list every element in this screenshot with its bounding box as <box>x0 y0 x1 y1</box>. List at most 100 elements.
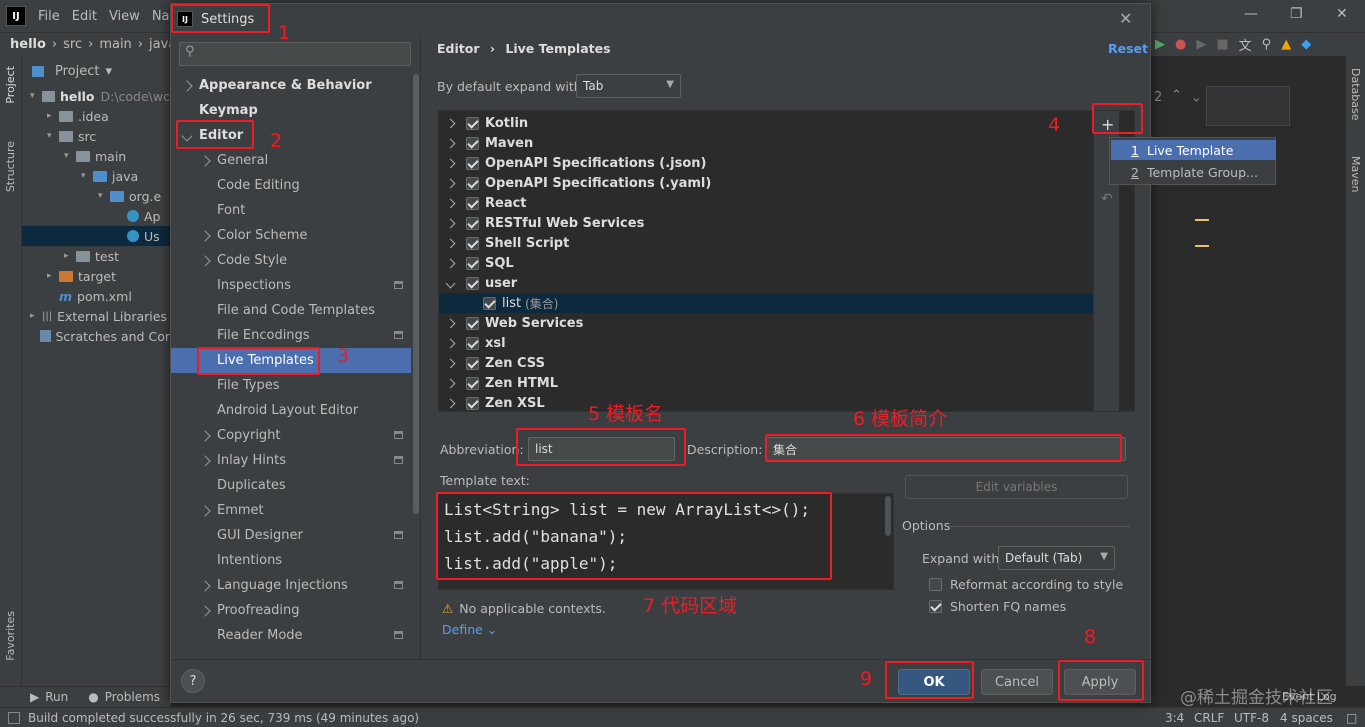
project-tree-item[interactable]: ▸ ||| External Libraries <box>22 306 170 326</box>
nav-item-intentions[interactable]: Intentions <box>171 548 411 573</box>
template-checkbox[interactable] <box>466 176 479 190</box>
template-checkbox[interactable] <box>466 236 479 250</box>
template-checkbox[interactable] <box>466 136 479 150</box>
breadcrumb-main[interactable]: main <box>99 37 131 52</box>
nav-item-inspections[interactable]: Inspections <box>171 273 411 298</box>
project-tree-item[interactable]: Ap <box>22 206 170 226</box>
edit-variables-button[interactable]: Edit variables <box>905 475 1128 499</box>
structure-tool-tab[interactable]: Structure <box>4 141 17 192</box>
help-button[interactable]: ? <box>181 669 205 693</box>
nav-item-file-encodings[interactable]: File Encodings <box>171 323 411 348</box>
run-icon[interactable]: ▶ <box>1155 37 1165 52</box>
template-group[interactable]: Shell Script <box>439 233 1109 253</box>
chevron-right-icon[interactable] <box>445 118 456 128</box>
reset-link[interactable]: Reset <box>1108 41 1148 56</box>
project-tree-item[interactable]: ▾ src <box>22 126 170 146</box>
nav-item-general[interactable]: General <box>171 148 411 173</box>
shorten-checkbox[interactable] <box>929 600 942 613</box>
breadcrumb-editor[interactable]: Editor <box>437 41 480 56</box>
chevron-right-icon[interactable] <box>445 158 456 168</box>
nav-item-font[interactable]: Font <box>171 198 411 223</box>
template-checkbox[interactable] <box>466 216 479 230</box>
template-group[interactable]: Web Services <box>439 313 1109 333</box>
popup-item-live-template[interactable]: 1 Live Template <box>1111 140 1276 160</box>
plugin-icon[interactable]: ◆ <box>1301 37 1311 52</box>
tree-chevron-icon[interactable]: ▸ <box>64 251 76 261</box>
expand-with-select[interactable]: Default (Tab) ▼ <box>998 546 1115 570</box>
menu-edit[interactable]: Edit <box>72 9 97 24</box>
chevron-right-icon[interactable] <box>445 218 456 228</box>
tree-chevron-icon[interactable]: ▸ <box>47 271 59 281</box>
nav-item-android-layout-editor[interactable]: Android Layout Editor <box>171 398 411 423</box>
nav-item-code-editing[interactable]: Code Editing <box>171 173 411 198</box>
tree-chevron-icon[interactable]: ▾ <box>47 131 59 141</box>
expand-select[interactable]: Tab ▼ <box>576 74 681 98</box>
nav-item-reader-mode[interactable]: Reader Mode <box>171 623 411 648</box>
chevron-right-icon[interactable] <box>445 138 456 148</box>
caret-position[interactable]: 3:4 <box>1165 711 1184 725</box>
chevron-right-icon[interactable] <box>445 178 456 188</box>
menu-view[interactable]: View <box>109 9 140 24</box>
nav-item-appearance-behavior[interactable]: Appearance & Behavior <box>171 73 411 98</box>
shorten-option[interactable]: Shorten FQ names <box>929 599 1066 614</box>
code-scrollbar[interactable] <box>885 496 891 536</box>
chevron-down-icon[interactable] <box>445 278 456 288</box>
maximize-icon[interactable]: ❐ <box>1290 6 1303 22</box>
menu-file[interactable]: File <box>38 9 60 24</box>
project-panel-title[interactable]: Project <box>55 64 99 79</box>
search-everywhere-icon[interactable]: ⚲ <box>1262 37 1272 52</box>
problems-icon[interactable]: ● <box>88 690 98 704</box>
cancel-button[interactable]: Cancel <box>981 669 1053 695</box>
template-group[interactable]: xsl <box>439 333 1109 353</box>
template-checkbox[interactable] <box>466 276 479 290</box>
project-tree-item[interactable]: ▾ java <box>22 166 170 186</box>
nav-item-copyright[interactable]: Copyright <box>171 423 411 448</box>
template-group[interactable]: OpenAPI Specifications (.yaml) <box>439 173 1109 193</box>
project-tree-item[interactable]: ▸ test <box>22 246 170 266</box>
window-close-icon[interactable]: ✕ <box>1336 6 1348 22</box>
profile-icon[interactable]: ● <box>1175 37 1186 52</box>
indent-setting[interactable]: 4 spaces <box>1280 711 1333 725</box>
tree-chevron-icon[interactable]: ▾ <box>30 91 42 101</box>
template-checkbox[interactable] <box>466 396 479 410</box>
tree-chevron-icon[interactable]: ▾ <box>64 151 76 161</box>
nav-item-inlay-hints[interactable]: Inlay Hints <box>171 448 411 473</box>
project-tree-item[interactable]: m pom.xml <box>22 286 170 306</box>
template-group[interactable]: Zen XSL <box>439 393 1109 413</box>
project-tree-item[interactable]: ▾ hello D:\code\wc <box>22 86 170 106</box>
nav-item-emmet[interactable]: Emmet <box>171 498 411 523</box>
chevron-down-icon[interactable]: ▾ <box>105 64 112 79</box>
nav-item-file-types[interactable]: File Types <box>171 373 411 398</box>
template-group[interactable]: Zen CSS <box>439 353 1109 373</box>
file-encoding[interactable]: UTF-8 <box>1234 711 1269 725</box>
maven-tool-tab[interactable]: Maven <box>1349 156 1362 192</box>
chevron-right-icon[interactable] <box>445 398 456 408</box>
popup-item-template-group[interactable]: 2 Template Group... <box>1111 162 1276 182</box>
chevron-up-icon[interactable]: ⌃ <box>1171 88 1182 103</box>
lock-icon[interactable]: □ <box>1346 711 1357 725</box>
template-group[interactable]: SQL <box>439 253 1109 273</box>
breadcrumb-java[interactable]: java <box>149 37 170 52</box>
status-message[interactable]: Build completed successfully in 26 sec, … <box>28 711 419 725</box>
template-group[interactable]: OpenAPI Specifications (.json) <box>439 153 1109 173</box>
nav-item-proofreading[interactable]: Proofreading <box>171 598 411 623</box>
template-checkbox[interactable] <box>466 336 479 350</box>
translate-icon[interactable]: 文 <box>1239 35 1252 54</box>
template-checkbox[interactable] <box>466 156 479 170</box>
template-checkbox[interactable] <box>466 376 479 390</box>
template-group[interactable]: Zen HTML <box>439 373 1109 393</box>
status-toggle-icon[interactable] <box>8 711 20 724</box>
template-group[interactable]: Kotlin <box>439 113 1109 133</box>
tree-chevron-icon[interactable]: ▾ <box>81 171 93 181</box>
reformat-option[interactable]: Reformat according to style <box>929 577 1123 592</box>
reformat-checkbox[interactable] <box>929 578 942 591</box>
template-checkbox[interactable] <box>466 116 479 130</box>
chevron-right-icon[interactable] <box>445 258 456 268</box>
search-input[interactable]: ⚲ <box>179 42 411 66</box>
tree-chevron-icon[interactable]: ▸ <box>47 111 59 121</box>
tree-chevron-icon[interactable]: ▸ <box>30 311 42 321</box>
project-tree-item[interactable]: Scratches and Cor <box>22 326 170 346</box>
project-tree-item[interactable]: Us <box>22 226 170 246</box>
run-tool-tab[interactable]: Run <box>45 690 68 704</box>
template-checkbox[interactable] <box>466 316 479 330</box>
